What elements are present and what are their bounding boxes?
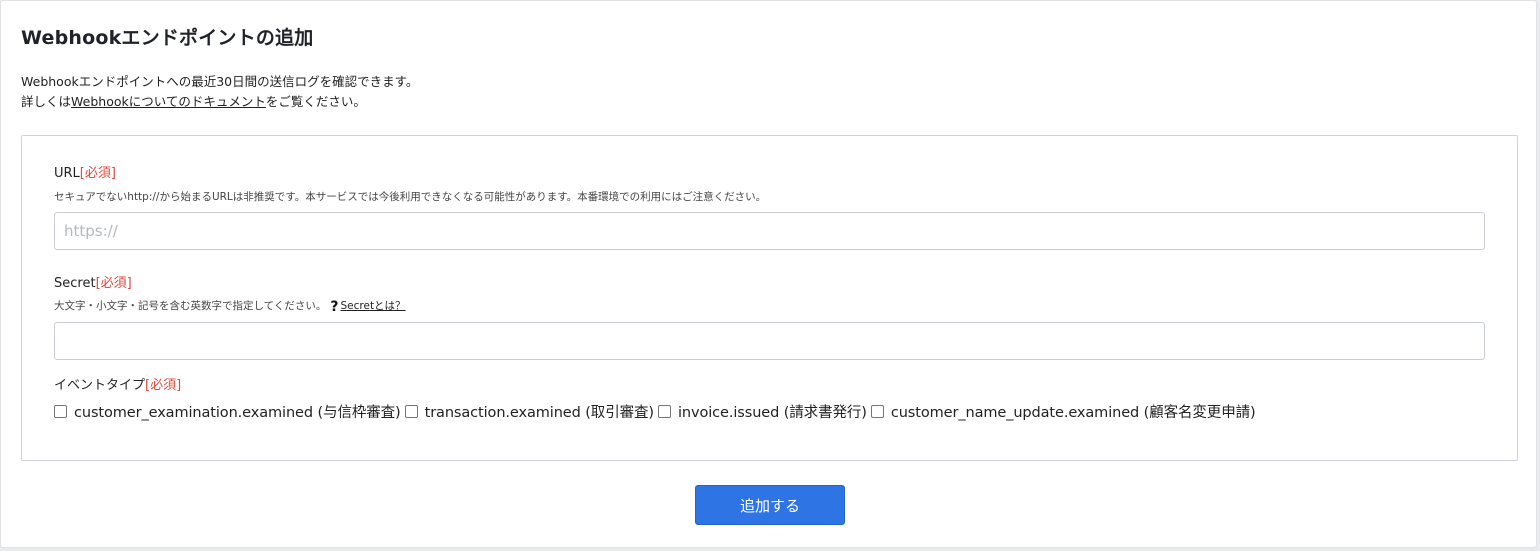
transaction-label: transaction.examined (取引審査) (424, 405, 654, 421)
event-option-invoice[interactable]: invoice.issued (請求書発行) (657, 401, 867, 422)
url-label: URL[必須] (54, 162, 116, 181)
intro-text: Webhookエンドポイントへの最近30日間の送信ログを確認できます。 詳しくは… (21, 72, 418, 112)
url-label-text: URL (54, 166, 80, 181)
event-option-customer-examination[interactable]: customer_examination.examined (与信枠審査) (54, 401, 401, 422)
add-button[interactable]: 追加する (695, 485, 845, 525)
intro-suffix: をご覧ください。 (265, 94, 366, 109)
invoice-label: invoice.issued (請求書発行) (677, 405, 867, 421)
secret-input[interactable] (54, 322, 1485, 360)
secret-help-link[interactable]: Secretとは？ (341, 300, 406, 312)
event-type-options: customer_examination.examined (与信枠審査) tr… (54, 401, 1260, 422)
event-type-required-marker: [必須] (145, 378, 182, 393)
url-hint: セキュアでないhttp://から始まるURLは非推奨です。本サービスでは今後利用… (54, 191, 767, 203)
question-icon[interactable]: ? (330, 299, 338, 315)
url-input[interactable] (54, 212, 1485, 250)
customer-name-update-label: customer_name_update.examined (顧客名変更申請) (890, 405, 1256, 421)
customer-name-update-checkbox[interactable] (870, 405, 884, 418)
customer-examination-label: customer_examination.examined (与信枠審査) (74, 405, 401, 421)
event-option-transaction[interactable]: transaction.examined (取引審査) (404, 401, 654, 422)
page-title: Webhookエンドポイントの追加 (21, 27, 314, 49)
webhook-docs-link[interactable]: Webhookについてのドキュメント (71, 94, 266, 109)
secret-label-text: Secret (54, 276, 96, 291)
invoice-checkbox[interactable] (657, 405, 671, 418)
webhook-form: URL[必須] セキュアでないhttp://から始まるURLは非推奨です。本サー… (21, 135, 1518, 461)
webhook-card: Webhookエンドポイントの追加 Webhookエンドポイントへの最近30日間… (0, 0, 1537, 548)
transaction-checkbox[interactable] (404, 405, 418, 418)
intro-prefix: 詳しくは (21, 94, 72, 109)
secret-hint-text: 大文字・小文字・記号を含む英数字で指定してください。 (54, 300, 327, 312)
intro-line-1: Webhookエンドポイントへの最近30日間の送信ログを確認できます。 (21, 74, 419, 89)
event-type-label-text: イベントタイプ (54, 378, 146, 393)
intro-line-2: 詳しくはWebhookについてのドキュメントをご覧ください。 (21, 92, 418, 112)
event-option-customer-name-update[interactable]: customer_name_update.examined (顧客名変更申請) (870, 401, 1256, 422)
secret-label: Secret[必須] (54, 272, 132, 291)
secret-hint: 大文字・小文字・記号を含む英数字で指定してください。? Secretとは？ (54, 298, 406, 315)
customer-examination-checkbox[interactable] (54, 405, 67, 418)
secret-required-marker: [必須] (95, 276, 132, 291)
event-type-label: イベントタイプ[必須] (54, 374, 181, 393)
url-required-marker: [必須] (79, 166, 116, 181)
